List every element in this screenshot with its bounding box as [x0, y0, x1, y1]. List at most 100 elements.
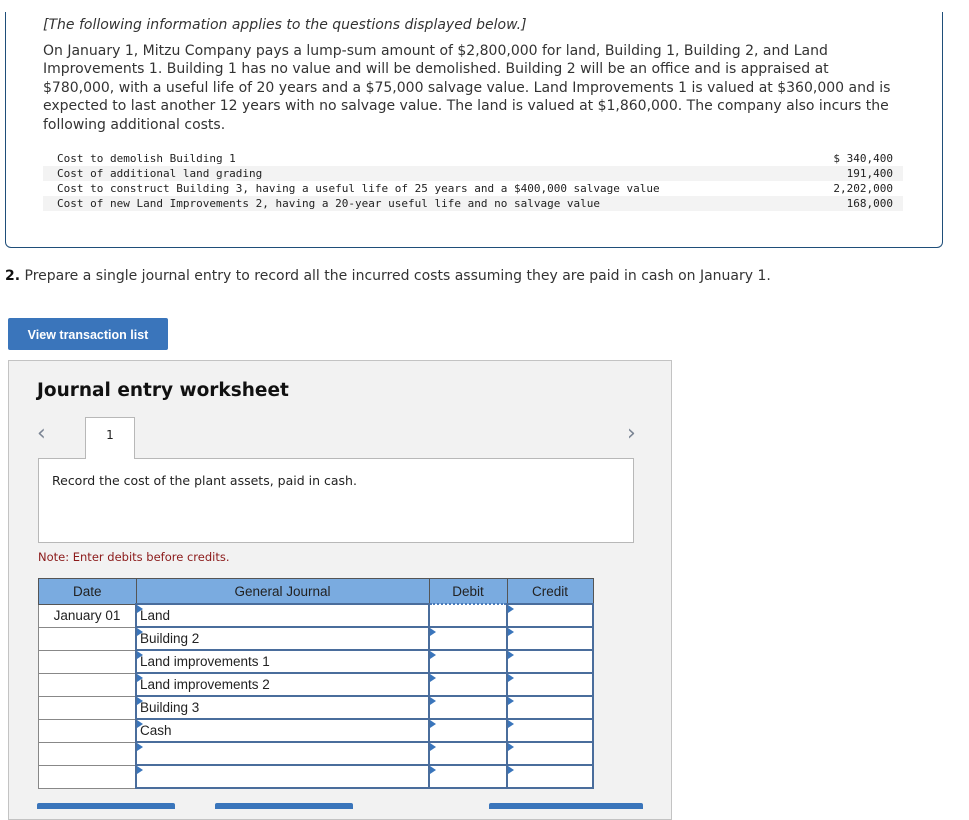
account-cell[interactable]: [135, 741, 430, 766]
date-column-header: Date: [38, 578, 137, 605]
input-marker-icon: [430, 766, 436, 774]
account-name: Land: [140, 608, 171, 623]
journal-row: Land improvements 1: [38, 649, 594, 674]
journal-entry-worksheet: Journal entry worksheet ‹ › 1 Record the…: [8, 360, 672, 820]
credit-column-header: Credit: [506, 578, 594, 605]
dropdown-marker-icon: [137, 720, 143, 728]
cost-label: Cost to demolish Building 1: [57, 152, 236, 165]
journal-row: Building 3: [38, 695, 594, 720]
account-cell[interactable]: Land: [135, 603, 430, 628]
input-marker-icon: [508, 720, 514, 728]
credit-input[interactable]: [506, 649, 594, 674]
clear-entry-button[interactable]: [215, 803, 353, 809]
general-journal-column-header: General Journal: [135, 578, 430, 605]
account-cell[interactable]: Building 2: [135, 626, 430, 651]
date-cell[interactable]: [38, 741, 137, 766]
input-marker-icon: [430, 743, 436, 751]
credit-input[interactable]: [506, 626, 594, 651]
journal-table: Date General Journal Debit Credit Januar…: [38, 578, 594, 789]
intro-text: [The following information applies to th…: [43, 17, 527, 33]
dropdown-marker-icon: [137, 605, 143, 613]
question-text: Prepare a single journal entry to record…: [20, 268, 771, 284]
date-cell[interactable]: [38, 649, 137, 674]
cost-label: Cost of new Land Improvements 2, having …: [43, 196, 816, 211]
account-name: Land improvements 1: [140, 654, 270, 669]
cost-amount: 2,202,000: [833, 182, 893, 195]
journal-row: January 01 Land: [38, 603, 594, 628]
debit-input[interactable]: [428, 672, 508, 697]
cost-amount: 191,400: [815, 166, 903, 181]
account-cell[interactable]: [135, 764, 430, 789]
entry-description-box: Record the cost of the plant assets, pai…: [38, 458, 634, 543]
journal-row: Cash: [38, 718, 594, 743]
cost-label: Cost to construct Building 3, having a u…: [57, 182, 660, 195]
dropdown-marker-icon: [137, 628, 143, 636]
debit-input[interactable]: [428, 718, 508, 743]
account-cell[interactable]: Building 3: [135, 695, 430, 720]
input-marker-icon: [508, 674, 514, 682]
credit-input[interactable]: [506, 603, 594, 628]
date-cell[interactable]: [38, 718, 137, 743]
input-marker-icon: [508, 743, 514, 751]
account-cell[interactable]: Land improvements 2: [135, 672, 430, 697]
input-marker-icon: [430, 674, 436, 682]
question-prompt: 2. Prepare a single journal entry to rec…: [5, 268, 771, 284]
credit-input[interactable]: [506, 741, 594, 766]
date-cell[interactable]: January 01: [38, 603, 137, 628]
cost-row: Cost of additional land grading 191,400: [43, 166, 903, 181]
journal-header-row: Date General Journal Debit Credit: [38, 578, 594, 605]
additional-costs-table: Cost to demolish Building 1 $ 340,400 Cos…: [43, 151, 903, 211]
account-name: Building 2: [140, 631, 200, 646]
account-cell[interactable]: Cash: [135, 718, 430, 743]
debit-input[interactable]: [428, 764, 508, 789]
chevron-left-icon[interactable]: ‹: [37, 423, 46, 445]
cost-amount: $ 340,400: [833, 152, 893, 165]
credit-input[interactable]: [506, 672, 594, 697]
journal-row: [38, 764, 594, 789]
input-marker-icon: [508, 697, 514, 705]
question-number: 2.: [5, 268, 21, 284]
journal-row: Building 2: [38, 626, 594, 651]
note-text: Note: Enter debits before credits.: [38, 550, 230, 564]
view-general-journal-button[interactable]: [489, 803, 643, 809]
cost-amount: 168,000: [815, 196, 903, 211]
worksheet-title: Journal entry worksheet: [37, 380, 289, 401]
input-marker-icon: [430, 628, 436, 636]
credit-input[interactable]: [506, 695, 594, 720]
dropdown-marker-icon: [137, 651, 143, 659]
view-transaction-list-button[interactable]: View transaction list: [8, 318, 168, 350]
chevron-right-icon[interactable]: ›: [627, 423, 636, 445]
account-name: Cash: [140, 723, 172, 738]
input-marker-icon: [508, 651, 514, 659]
cost-row: Cost of new Land Improvements 2, having …: [43, 196, 903, 211]
entry-description: Record the cost of the plant assets, pai…: [52, 473, 357, 488]
journal-row: [38, 741, 594, 766]
record-entry-button[interactable]: [37, 803, 175, 809]
debit-input[interactable]: [428, 649, 508, 674]
account-name: Land improvements 2: [140, 677, 270, 692]
dropdown-marker-icon: [137, 674, 143, 682]
debit-input[interactable]: [428, 603, 508, 628]
debit-input[interactable]: [428, 741, 508, 766]
cost-label: Cost of additional land grading: [43, 166, 816, 181]
date-cell[interactable]: [38, 626, 137, 651]
cost-row: Cost to construct Building 3, having a u…: [43, 181, 903, 196]
cost-row: Cost to demolish Building 1 $ 340,400: [43, 151, 903, 166]
date-cell[interactable]: [38, 764, 137, 789]
account-cell[interactable]: Land improvements 1: [135, 649, 430, 674]
debit-input[interactable]: [428, 695, 508, 720]
dropdown-marker-icon: [137, 766, 143, 774]
dropdown-marker-icon: [137, 697, 143, 705]
debit-input[interactable]: [428, 626, 508, 651]
problem-paragraph: On January 1, Mitzu Company pays a lump-…: [43, 43, 891, 133]
credit-input[interactable]: [506, 718, 594, 743]
tab-1[interactable]: 1: [85, 417, 135, 459]
input-marker-icon: [508, 605, 514, 613]
input-marker-icon: [508, 766, 514, 774]
journal-row: Land improvements 2: [38, 672, 594, 697]
dropdown-marker-icon: [137, 743, 143, 751]
debit-column-header: Debit: [428, 578, 508, 605]
date-cell[interactable]: [38, 672, 137, 697]
credit-input[interactable]: [506, 764, 594, 789]
date-cell[interactable]: [38, 695, 137, 720]
